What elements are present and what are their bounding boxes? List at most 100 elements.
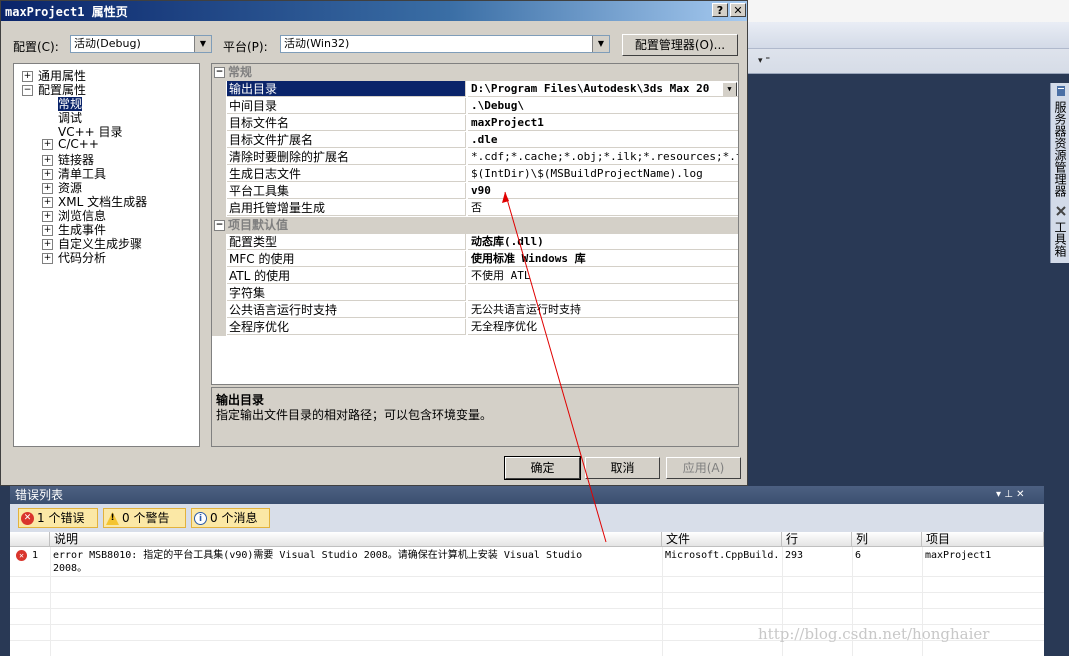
row-gutter (212, 115, 226, 132)
config-label: 配置(C): (13, 40, 59, 54)
row-gutter (212, 81, 226, 98)
category-label: 常规 (228, 65, 253, 79)
tree-item[interactable]: + 代码分析 (42, 249, 106, 266)
toolbar-overflow-icon[interactable]: ▾ ⁼ (758, 56, 770, 66)
col-header-line[interactable]: 行 (782, 532, 852, 547)
platform-dropdown[interactable]: 活动(Win32) ▼ (280, 35, 610, 53)
property-row[interactable]: 目标文件名 maxProject1 (212, 115, 738, 132)
property-row[interactable]: ATL 的使用 不使用 ATL (212, 268, 738, 285)
property-tree[interactable]: + 通用属性 − 配置属性 常规 调试 VC++ 目录 + C/C++ + 链接器 + 清单工具 + 资源 +… (13, 63, 200, 447)
property-row[interactable]: MFC 的使用 使用标准 Windows 库 (212, 251, 738, 268)
col-header-num[interactable] (10, 532, 50, 547)
help-button[interactable]: ? (712, 3, 728, 17)
property-value[interactable]: 动态库(.dll) (468, 234, 738, 250)
menu-strip (748, 0, 1069, 22)
property-row[interactable]: 中间目录 .\Debug\ (212, 98, 738, 115)
property-value-text: 不使用 ATL (471, 269, 531, 282)
category-project-defaults[interactable]: − 项目默认值 (212, 217, 738, 234)
error-list-header: 错误列表 ▾ ⊥ ✕ (10, 486, 1044, 504)
property-value[interactable]: $(IntDir)\$(MSBuildProjectName).log (468, 166, 738, 182)
property-value[interactable]: *.cdf;*.cache;*.obj;*.ilk;*.resources;*.… (468, 149, 738, 165)
vs-toolbar-area: ▾ ⁼ (748, 0, 1069, 74)
warnings-filter-button[interactable]: ! 0 个警告 (103, 508, 186, 528)
property-row[interactable]: 全程序优化 无全程序优化 (212, 319, 738, 336)
property-row[interactable]: 启用托管增量生成否 (212, 200, 738, 217)
cancel-button[interactable]: 取消 (585, 457, 660, 479)
toolbar-strip (748, 22, 1069, 49)
property-value[interactable]: .dle (468, 132, 738, 148)
tree-item[interactable]: + C/C++ (42, 137, 99, 151)
tree-item-label: C/C++ (58, 137, 99, 151)
property-value-text: 否 (471, 201, 482, 214)
expand-icon[interactable]: + (42, 253, 53, 264)
property-row[interactable]: 字符集 (212, 285, 738, 302)
property-value-text: 使用标准 Windows 库 (471, 252, 586, 265)
property-value[interactable]: 无公共语言运行时支持 (468, 302, 738, 318)
collapse-icon[interactable]: − (214, 220, 225, 231)
config-dropdown[interactable]: 活动(Debug) ▼ (70, 35, 212, 53)
category-general[interactable]: − 常规 (212, 64, 738, 81)
toolbox-icon (1055, 206, 1066, 216)
property-value-text: .dle (471, 133, 498, 146)
property-row[interactable]: 公共语言运行时支持 无公共语言运行时支持 (212, 302, 738, 319)
toolbox-tab[interactable]: 工具箱 (1052, 205, 1069, 257)
server-icon (1056, 86, 1065, 96)
ok-button[interactable]: 确定 (504, 456, 581, 480)
property-value-text: 动态库(.dll) (471, 235, 544, 248)
property-row[interactable]: 目标文件扩展名 .dle (212, 132, 738, 149)
row-gutter (212, 183, 226, 200)
col-header-file[interactable]: 文件 (662, 532, 782, 547)
col-divider (50, 547, 51, 656)
chevron-down-icon[interactable]: ▼ (722, 82, 737, 96)
property-value-text: D:\Program Files\Autodesk\3ds Max 20 (471, 82, 710, 95)
property-value[interactable] (468, 285, 738, 301)
col-header-desc[interactable]: 说明 (50, 532, 662, 547)
property-row[interactable]: 清除时要删除的扩展名 *.cdf;*.cache;*.obj;*.ilk;*.re… (212, 149, 738, 166)
property-value[interactable]: 否 (468, 200, 738, 216)
side-tab-strip: 服务器资源管理器 工具箱 (1050, 83, 1069, 263)
col-header-col[interactable]: 列 (852, 532, 922, 547)
property-name: 输出目录 (227, 81, 466, 97)
collapse-icon[interactable]: − (214, 67, 225, 78)
apply-button[interactable]: 应用(A) (666, 457, 741, 479)
property-value-text: .\Debug\ (471, 99, 524, 112)
property-value-text: v90 (471, 184, 491, 197)
server-explorer-label: 服务器资源管理器 (1053, 101, 1067, 197)
property-row[interactable]: 平台工具集 v90 (212, 183, 738, 200)
property-value-text: *.cdf;*.cache;*.obj;*.ilk;*.resources;*.… (471, 150, 738, 163)
expand-icon[interactable]: + (42, 139, 53, 150)
property-row[interactable]: 生成日志文件 $(IntDir)\$(MSBuildProjectName).lo… (212, 166, 738, 183)
row-gutter (212, 251, 226, 268)
error-col: 6 (855, 550, 862, 561)
collapse-icon[interactable]: − (22, 85, 33, 96)
watermark: http://blog.csdn.net/honghaier (758, 625, 990, 643)
property-value-text: $(IntDir)\$(MSBuildProjectName).log (471, 167, 703, 180)
dialog-titlebar[interactable]: maxProject1 属性页 ? ✕ (1, 1, 747, 21)
row-divider (10, 608, 1044, 609)
property-row[interactable]: 输出目录 D:\Program Files\Autodesk\3ds Max 20… (212, 81, 738, 98)
property-value[interactable]: 使用标准 Windows 库 (468, 251, 738, 267)
errors-filter-button[interactable]: ✕ 1 个错误 (18, 508, 98, 528)
toolbox-label: 工具箱 (1053, 221, 1067, 257)
property-value[interactable]: 无全程序优化 (468, 319, 738, 335)
close-button[interactable]: ✕ (730, 3, 746, 17)
row-gutter (212, 132, 226, 149)
server-explorer-tab[interactable]: 服务器资源管理器 (1052, 85, 1069, 197)
property-value[interactable]: D:\Program Files\Autodesk\3ds Max 20 ▼ (468, 81, 738, 97)
config-manager-button[interactable]: 配置管理器(O)... (622, 34, 738, 56)
property-row[interactable]: 配置类型 动态库(.dll) (212, 234, 738, 251)
error-project: maxProject1 (925, 550, 992, 561)
property-value[interactable]: maxProject1 (468, 115, 738, 131)
row-gutter (212, 302, 226, 319)
messages-filter-button[interactable]: i0 个消息 (191, 508, 270, 528)
property-value[interactable]: 不使用 ATL (468, 268, 738, 284)
property-value[interactable]: .\Debug\ (468, 98, 738, 114)
error-description-line1: error MSB8010: 指定的平台工具集(v90)需要 Visual St… (53, 550, 583, 561)
error-icon: ✕ (16, 550, 27, 561)
property-grid[interactable]: − 常规 输出目录 D:\Program Files\Autodesk\3ds Max… (211, 63, 739, 385)
row-gutter (212, 200, 226, 217)
row-gutter (212, 149, 226, 166)
col-header-project[interactable]: 项目 (922, 532, 1044, 547)
panel-controls[interactable]: ▾ ⊥ ✕ (996, 486, 1024, 504)
property-value[interactable]: v90 (468, 183, 738, 199)
